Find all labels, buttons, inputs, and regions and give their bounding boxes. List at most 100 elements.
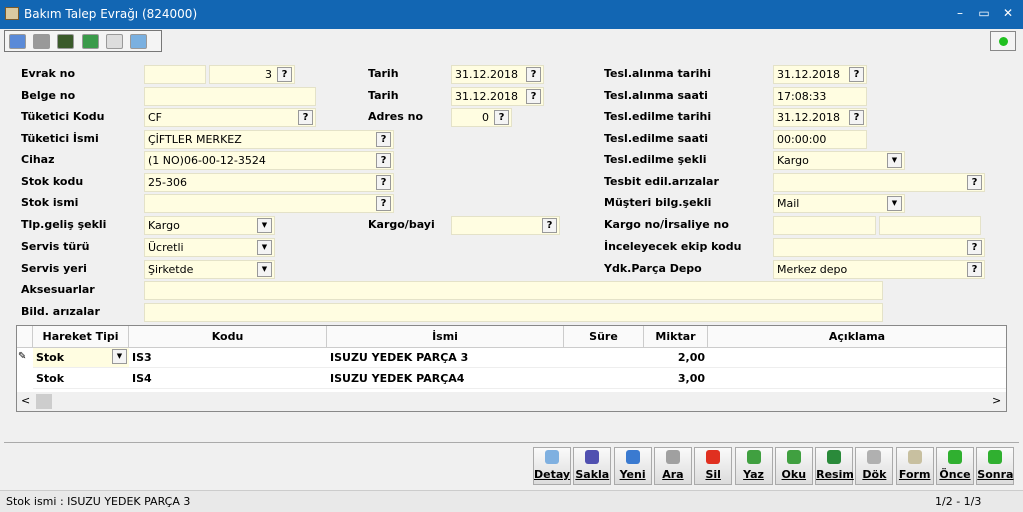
evrak-no-series-field[interactable] — [144, 65, 206, 84]
column-header-ismi[interactable]: İsmi — [327, 326, 564, 348]
lookup-button[interactable]: ? — [967, 240, 982, 255]
lookup-button[interactable]: ? — [298, 110, 313, 125]
tesl-edilme-saati-field[interactable]: 00:00:00 — [773, 130, 867, 149]
column-header-aciklama[interactable]: Açıklama — [708, 326, 1006, 348]
column-header-miktar[interactable]: Miktar — [644, 326, 708, 348]
musteri-bilg-select[interactable]: Mail ▼ — [773, 194, 905, 213]
lookup-button[interactable]: ? — [849, 110, 864, 125]
cell-kodu[interactable]: IS4 — [129, 369, 327, 389]
adres-no-field[interactable]: 0? — [451, 108, 512, 127]
inceleyecek-field[interactable]: ? — [773, 238, 985, 257]
chevron-down-icon[interactable]: ▼ — [887, 153, 902, 168]
lookup-button[interactable]: ? — [526, 89, 541, 104]
scroll-left-arrow[interactable]: < — [21, 394, 30, 407]
document-icon[interactable] — [106, 34, 123, 49]
aksesuarlar-field[interactable] — [144, 281, 883, 300]
tarih-field[interactable]: 31.12.2018? — [451, 65, 544, 84]
tesl-alinma-tarihi-value: 31.12.2018 — [777, 68, 840, 81]
cell-ismi[interactable]: ISUZU YEDEK PARÇA4 — [327, 369, 564, 389]
tesl-edilme-tarihi-field[interactable]: 31.12.2018? — [773, 108, 867, 127]
chevron-down-icon[interactable]: ▼ — [257, 240, 272, 255]
dk-button[interactable]: Dök — [855, 447, 894, 485]
cell-kodu[interactable]: IS3 — [129, 348, 327, 368]
help-icon[interactable] — [9, 34, 26, 49]
resim-button[interactable]: Resim — [815, 447, 854, 485]
servis-turu-select[interactable]: Ücretli ▼ — [144, 238, 275, 257]
table-row[interactable]: ✎ Stok ▼ IS3 ISUZU YEDEK PARÇA 3 2,00 — [17, 348, 1006, 368]
network-icon[interactable] — [130, 34, 147, 49]
record-position: 1/2 - 1/3 — [935, 495, 982, 508]
status-indicator-button[interactable] — [990, 31, 1016, 51]
stok-kodu-field[interactable]: 25-306? — [144, 173, 394, 192]
horizontal-scrollbar[interactable]: < > — [17, 392, 1006, 411]
yaz-button[interactable]: Yaz — [734, 447, 773, 485]
excel-icon[interactable] — [82, 34, 99, 49]
printer-icon[interactable] — [33, 34, 50, 49]
scroll-right-arrow[interactable]: > — [992, 394, 1001, 407]
ydk-depo-field[interactable]: Merkez depo? — [773, 260, 985, 279]
sonra-button[interactable]: Sonra — [976, 447, 1015, 485]
detay-button[interactable]: Detay — [533, 447, 571, 485]
chevron-down-icon[interactable]: ▼ — [887, 196, 902, 211]
cell-sure[interactable] — [564, 369, 644, 389]
minimize-button[interactable]: – — [950, 6, 970, 20]
bild-arizalar-field[interactable] — [144, 303, 883, 322]
lookup-button[interactable]: ? — [376, 132, 391, 147]
lookup-button[interactable]: ? — [542, 218, 557, 233]
cell-hareket-tipi[interactable]: Stok — [33, 369, 129, 389]
tesl-alinma-tarihi-field[interactable]: 31.12.2018? — [773, 65, 867, 84]
cell-aciklama[interactable] — [708, 369, 1006, 389]
dk-icon — [867, 450, 882, 464]
cell-miktar[interactable]: 3,00 — [644, 369, 708, 389]
close-button[interactable]: ✕ — [998, 6, 1018, 20]
cell-aciklama[interactable] — [708, 348, 1006, 368]
column-header-kodu[interactable]: Kodu — [129, 326, 327, 348]
cell-sure[interactable] — [564, 348, 644, 368]
lookup-button[interactable]: ? — [277, 67, 292, 82]
ara-button[interactable]: Ara — [653, 447, 692, 485]
lookup-button[interactable]: ? — [526, 67, 541, 82]
kargo-bayi-field[interactable]: ? — [451, 216, 560, 235]
cell-miktar[interactable]: 2,00 — [644, 348, 708, 368]
edit-icon[interactable] — [57, 34, 74, 49]
tuketici-kodu-field[interactable]: CF? — [144, 108, 316, 127]
kargo-no-field[interactable] — [773, 216, 876, 235]
tlp-gelis-select[interactable]: Kargo ▼ — [144, 216, 275, 235]
column-header-sure[interactable]: Süre — [564, 326, 644, 348]
chevron-down-icon[interactable]: ▼ — [112, 349, 127, 364]
cell-hareket-tipi[interactable]: Stok ▼ — [33, 348, 129, 368]
yeni-button[interactable]: Yeni — [613, 447, 652, 485]
form-button[interactable]: Form — [895, 447, 934, 485]
lookup-button[interactable]: ? — [376, 153, 391, 168]
tuketici-ismi-field[interactable]: ÇİFTLER MERKEZ? — [144, 130, 394, 149]
lookup-button[interactable]: ? — [967, 175, 982, 190]
maximize-button[interactable]: ▭ — [974, 6, 994, 20]
yeni-icon — [625, 450, 640, 464]
cihaz-field[interactable]: (1 NO)06-00-12-3524? — [144, 151, 394, 170]
tesl-edilme-sekli-select[interactable]: Kargo ▼ — [773, 151, 905, 170]
lookup-button[interactable]: ? — [494, 110, 509, 125]
cell-ismi[interactable]: ISUZU YEDEK PARÇA 3 — [327, 348, 564, 368]
servis-turu-label: Servis türü — [21, 240, 90, 253]
tesbit-arizalar-field[interactable]: ? — [773, 173, 985, 192]
irsaliye-no-field[interactable] — [879, 216, 981, 235]
sakla-button[interactable]: Sakla — [573, 447, 612, 485]
chevron-down-icon[interactable]: ▼ — [257, 218, 272, 233]
table-row[interactable]: Stok IS4 ISUZU YEDEK PARÇA4 3,00 — [17, 369, 1006, 389]
sil-button[interactable]: Sil — [694, 447, 733, 485]
lookup-button[interactable]: ? — [376, 175, 391, 190]
chevron-down-icon[interactable]: ▼ — [257, 262, 272, 277]
scroll-thumb[interactable] — [36, 394, 52, 409]
nce-button[interactable]: Önce — [936, 447, 974, 485]
belge-no-field[interactable] — [144, 87, 316, 106]
lookup-button[interactable]: ? — [849, 67, 864, 82]
tarih2-field[interactable]: 31.12.2018? — [451, 87, 544, 106]
lookup-button[interactable]: ? — [376, 196, 391, 211]
lookup-button[interactable]: ? — [967, 262, 982, 277]
tesl-alinma-saati-field[interactable]: 17:08:33 — [773, 87, 867, 106]
oku-button[interactable]: Oku — [774, 447, 813, 485]
evrak-no-field[interactable]: 3? — [209, 65, 295, 84]
column-header-hareket-tipi[interactable]: Hareket Tipi — [33, 326, 129, 348]
servis-yeri-select[interactable]: Şirketde ▼ — [144, 260, 275, 279]
stok-ismi-field[interactable]: ? — [144, 194, 394, 213]
